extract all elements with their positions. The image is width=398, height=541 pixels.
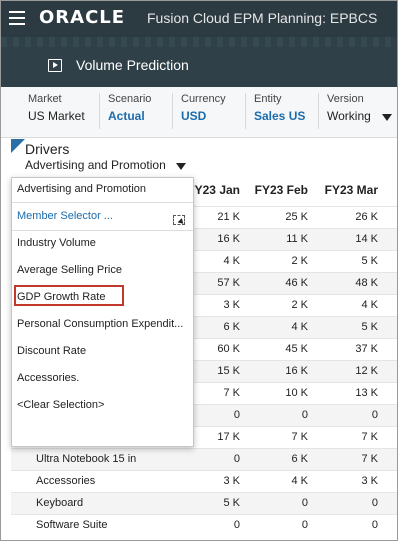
selection-highlight: [14, 285, 124, 306]
pov-entity[interactable]: Entity Sales US: [245, 93, 305, 129]
dropdown-option[interactable]: Discount Rate: [17, 345, 187, 357]
table-cell[interactable]: 0: [246, 497, 308, 509]
row-label: Software Suite: [36, 519, 108, 531]
table-cell[interactable]: 0: [316, 497, 378, 509]
table-cell[interactable]: 45 K: [246, 343, 308, 355]
table-cell[interactable]: 5 K: [316, 321, 378, 333]
pov-value: USD: [181, 109, 207, 123]
dropdown-option[interactable]: Accessories.: [17, 372, 187, 384]
pov-value: US Market: [28, 109, 85, 123]
dropdown-option[interactable]: Industry Volume: [17, 237, 187, 249]
table-cell[interactable]: 25 K: [246, 211, 308, 223]
pov-value: Actual: [108, 109, 145, 123]
table-row: Software Suite 0 0 0: [11, 514, 397, 537]
pov-label: Entity: [254, 93, 282, 105]
pov-value: Sales US: [254, 109, 306, 123]
table-cell[interactable]: 6 K: [246, 453, 308, 465]
tab-volume-prediction[interactable]: Volume Prediction: [34, 47, 192, 90]
pov-value: Working: [327, 109, 371, 123]
tab-label: Volume Prediction: [76, 57, 189, 73]
table-cell[interactable]: 7 K: [246, 431, 308, 443]
row-label: Accessories: [36, 475, 96, 487]
pov-label: Currency: [181, 93, 226, 105]
table-cell[interactable]: 0: [246, 409, 308, 421]
pov-scenario[interactable]: Scenario Actual: [99, 93, 151, 129]
member-selector-icon[interactable]: [173, 215, 185, 225]
top-header: ORACLE Fusion Cloud EPM Planning: EPBCS: [1, 1, 397, 37]
banner-pattern: [1, 37, 397, 47]
table-cell[interactable]: 2 K: [246, 255, 308, 267]
drivers-dropdown: Advertising and Promotion Member Selecto…: [11, 177, 194, 447]
drivers-label: Drivers: [25, 141, 70, 157]
table-cell[interactable]: 4 K: [246, 475, 308, 487]
pov-label: Market: [28, 93, 62, 105]
table-cell[interactable]: 7 K: [316, 431, 378, 443]
app-title: Fusion Cloud EPM Planning: EPBCS: [147, 10, 378, 26]
dropdown-option[interactable]: Personal Consumption Expendit...: [17, 318, 187, 330]
table-cell[interactable]: 11 K: [246, 233, 308, 245]
table-cell[interactable]: 14 K: [316, 233, 378, 245]
table-cell[interactable]: 10 K: [246, 387, 308, 399]
pov-label: Scenario: [108, 93, 152, 105]
table-row: Accessories 3 K 4 K 3 K: [11, 470, 397, 493]
dropdown-selected-option[interactable]: Advertising and Promotion: [17, 183, 187, 195]
row-label: Ultra Notebook 15 in: [36, 453, 137, 465]
menu-icon[interactable]: [9, 11, 25, 25]
dropdown-divider: [12, 230, 193, 231]
chevron-down-icon[interactable]: [382, 114, 392, 121]
table-cell[interactable]: 13 K: [316, 387, 378, 399]
dropdown-option[interactable]: <Clear Selection>: [17, 399, 187, 411]
member-selector-link[interactable]: Member Selector ...: [17, 210, 187, 222]
table-cell[interactable]: 0: [246, 519, 308, 531]
table-cell[interactable]: 5 K: [316, 255, 378, 267]
pov-market[interactable]: Market US Market: [20, 93, 85, 129]
pov-bar: Market US Market Scenario Actual Currenc…: [1, 87, 397, 138]
table-row: Ultra Notebook 15 in 0 6 K 7 K: [11, 448, 397, 471]
table-cell[interactable]: 0: [178, 519, 240, 531]
column-header: FY23 Feb: [254, 183, 308, 197]
oracle-logo[interactable]: ORACLE: [39, 7, 125, 28]
table-cell[interactable]: 4 K: [316, 299, 378, 311]
table-cell[interactable]: 0: [316, 519, 378, 531]
table-cell[interactable]: 46 K: [246, 277, 308, 289]
dropdown-divider: [12, 202, 193, 203]
dropdown-option[interactable]: Average Selling Price: [17, 264, 187, 276]
table-cell[interactable]: 4 K: [246, 321, 308, 333]
table-cell[interactable]: 48 K: [316, 277, 378, 289]
play-icon: [48, 59, 62, 72]
page-banner: Volume Prediction: [1, 37, 397, 90]
table-row: Keyboard 5 K 00: [11, 492, 397, 515]
table-cell[interactable]: 3 K: [178, 475, 240, 487]
table-cell[interactable]: 5 K: [178, 497, 240, 509]
table-cell[interactable]: 0: [178, 453, 240, 465]
grid-corner-marker: [11, 139, 25, 153]
drivers-select[interactable]: Advertising and Promotion: [25, 158, 166, 172]
table-cell[interactable]: 37 K: [316, 343, 378, 355]
pov-version[interactable]: Version Working: [318, 93, 371, 129]
table-cell[interactable]: 0: [316, 409, 378, 421]
table-cell[interactable]: 26 K: [316, 211, 378, 223]
row-label: Keyboard: [36, 497, 84, 509]
table-cell[interactable]: 12 K: [316, 365, 378, 377]
pov-currency[interactable]: Currency USD: [172, 93, 226, 129]
column-header: FY23 Mar: [324, 183, 378, 197]
table-cell[interactable]: 16 K: [246, 365, 308, 377]
chevron-down-icon[interactable]: [176, 163, 186, 170]
table-cell[interactable]: 2 K: [246, 299, 308, 311]
table-cell[interactable]: 7 K: [316, 453, 378, 465]
app-window: ORACLE Fusion Cloud EPM Planning: EPBCS …: [0, 0, 398, 541]
pov-label: Version: [327, 93, 364, 105]
table-cell[interactable]: 3 K: [316, 475, 378, 487]
